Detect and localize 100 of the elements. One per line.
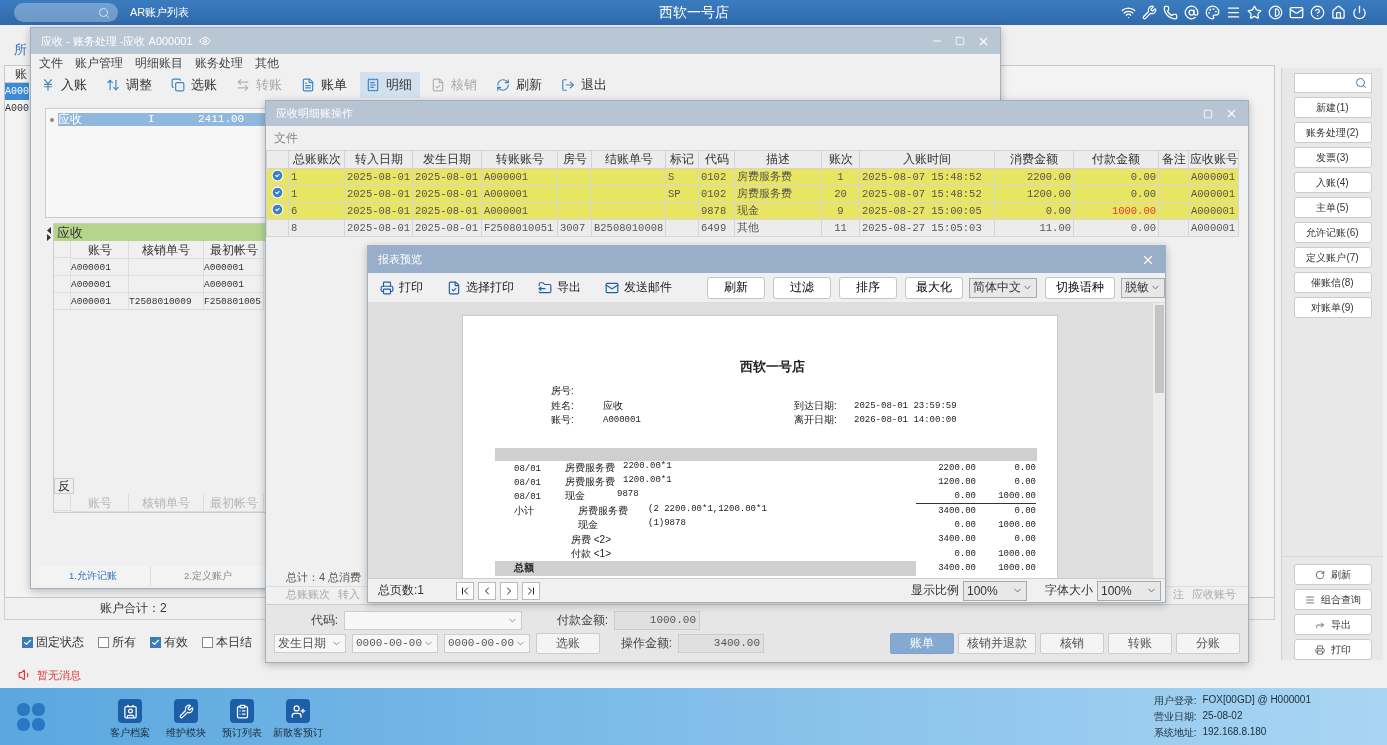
toolbar-button[interactable]: 选择打印 xyxy=(447,279,514,296)
sidebar-button[interactable]: 账务处理(2) xyxy=(1293,122,1372,143)
toolbar-button[interactable]: 退出 xyxy=(555,72,615,98)
sidebar-button[interactable]: 催账信(8) xyxy=(1293,272,1372,293)
sidebar-button[interactable]: 对账单(9) xyxy=(1293,297,1372,318)
sidebar-button[interactable]: 主单(5) xyxy=(1293,197,1372,218)
toolbar-button[interactable]: 导出 xyxy=(538,279,581,296)
checkbox[interactable] xyxy=(150,636,161,648)
search-field[interactable] xyxy=(14,3,118,22)
close-icon xyxy=(1225,107,1238,120)
check-circle-icon xyxy=(271,169,284,182)
toolbar-button[interactable]: 发送邮件 xyxy=(605,279,672,296)
column-header: 入账时间 xyxy=(859,150,995,169)
list-row[interactable]: A000 xyxy=(5,100,29,117)
menu-item[interactable]: 其他 xyxy=(255,54,279,72)
toolbar-button[interactable]: 过滤 xyxy=(773,276,831,299)
export-icon xyxy=(1314,619,1325,630)
sidebar-button[interactable]: 允许记账(6) xyxy=(1293,222,1372,243)
sidebar-button[interactable]: 发票(3) xyxy=(1293,147,1372,168)
action-button[interactable]: 分账 xyxy=(1176,632,1240,654)
at-sign-icon xyxy=(1184,5,1199,20)
table-cell: F2508010051 xyxy=(481,219,558,237)
report-amount: 1000.00 xyxy=(976,489,1036,504)
font-size-select[interactable]: 100% xyxy=(1097,580,1161,601)
action-button[interactable]: 转账 xyxy=(1108,632,1172,654)
switch-language-button[interactable]: 切换语种 xyxy=(1045,276,1115,299)
column-header: 转入 xyxy=(338,587,360,602)
menu-item[interactable]: 文件 xyxy=(39,54,63,72)
zoom-select[interactable]: 100% xyxy=(963,580,1027,601)
table-cell: 2200.00 xyxy=(994,168,1074,186)
language-select[interactable]: 简体中文 xyxy=(969,277,1037,298)
report-amount: 3400.00 xyxy=(937,533,976,547)
toolbar-button[interactable]: 刷新 xyxy=(707,276,765,299)
menu-item[interactable]: 账务处理 xyxy=(195,54,243,72)
menu-item[interactable]: 账户管理 xyxy=(75,54,123,72)
toolbar-button[interactable]: 刷新 xyxy=(490,72,550,98)
sidebar-button[interactable]: 新建(1) xyxy=(1293,97,1372,118)
report-detail: 1200.00*1 xyxy=(623,475,672,488)
table-cell: 2025-08-01 xyxy=(344,219,413,237)
window-title: 应收 - 账务处理 -应收 A000001 xyxy=(41,33,193,49)
account-total: 账户合计：2 xyxy=(100,600,167,617)
date-select[interactable]: 0000-00-00 xyxy=(352,633,438,653)
list-row[interactable]: A000 xyxy=(5,83,29,100)
taskbar-app[interactable]: 维护模块 xyxy=(158,699,214,740)
panel-tab[interactable]: 反 xyxy=(54,478,74,494)
table-cell: 1 xyxy=(821,168,860,186)
toolbar-button[interactable]: 账单 xyxy=(295,72,355,98)
taskbar-app[interactable]: 客户档案 xyxy=(102,699,158,740)
table-cell: 2025-08-27 15:00:05 xyxy=(859,202,995,220)
status-label: 系统地址: xyxy=(1153,725,1197,740)
action-button[interactable]: 核销 xyxy=(1040,632,1104,654)
toolbar-button[interactable]: 排序 xyxy=(839,276,897,299)
toolbar-button[interactable]: 入账 xyxy=(35,72,95,98)
toolbar-button[interactable]: 调整 xyxy=(100,72,160,98)
wifi-icon xyxy=(1121,5,1136,20)
report-amount: 1000.00 xyxy=(997,562,1036,576)
sidebar-button[interactable]: 定义账户(7) xyxy=(1293,247,1372,268)
sidebar-button[interactable]: 导出 xyxy=(1293,614,1372,635)
zoom-label: 显示比例 xyxy=(911,582,959,599)
toolbar-button[interactable]: 打印 xyxy=(380,279,423,296)
sidebar-button[interactable]: 打印 xyxy=(1293,639,1372,660)
report-amount: 0.00 xyxy=(953,519,976,533)
search-icon xyxy=(98,6,110,19)
app-title: AR账户列表 xyxy=(130,5,190,20)
sidebar-button[interactable]: 组合查询 xyxy=(1293,589,1372,610)
next-page-button[interactable] xyxy=(500,581,518,600)
date-select[interactable]: 0000-00-00 xyxy=(444,633,530,653)
list-tab[interactable]: 所 xyxy=(14,35,27,59)
report-amount: 0.00 xyxy=(953,547,976,561)
report-detail: 9878 xyxy=(617,489,639,502)
phone-icon xyxy=(1163,5,1178,20)
action-button[interactable]: 核销并退款 xyxy=(958,632,1036,654)
toolbar-button[interactable]: 明细 xyxy=(360,72,420,98)
table-cell: 2025-08-01 xyxy=(412,168,482,186)
field-value: 应收 xyxy=(603,398,623,413)
masking-select[interactable]: 脱敏 xyxy=(1121,277,1165,298)
receipt-icon xyxy=(366,78,380,92)
previous-page-button[interactable] xyxy=(478,581,496,600)
search-field[interactable] xyxy=(1293,73,1372,93)
checkbox-label: 有效 xyxy=(164,633,188,651)
date-type-select[interactable]: 发生日期 xyxy=(274,633,346,653)
checkbox[interactable] xyxy=(22,636,33,648)
checkbox[interactable] xyxy=(202,636,213,648)
checkbox[interactable] xyxy=(98,636,109,648)
report-amount: 2200.00 xyxy=(937,461,976,475)
first-page-button[interactable] xyxy=(456,581,474,600)
sidebar-button[interactable]: 刷新 xyxy=(1293,564,1372,585)
sidebar-button[interactable]: 入账(4) xyxy=(1293,172,1372,193)
scroll-thumb[interactable] xyxy=(1154,305,1164,393)
menu-item[interactable]: 明细账目 xyxy=(135,54,183,72)
table-cell: T2508010009 xyxy=(129,293,204,310)
taskbar-app[interactable]: 新散客预订 xyxy=(270,699,326,740)
column-header: 转账账号 xyxy=(481,150,558,169)
table-cell: 8 xyxy=(288,219,345,237)
toolbar-button[interactable]: 最大化 xyxy=(905,276,963,299)
taskbar-app[interactable]: 预订列表 xyxy=(214,699,270,740)
report-date: 08/01 xyxy=(514,463,541,474)
toolbar-button[interactable]: 选账 xyxy=(165,72,225,98)
last-page-button[interactable] xyxy=(522,581,540,600)
select-button[interactable]: 选账 xyxy=(536,632,600,654)
